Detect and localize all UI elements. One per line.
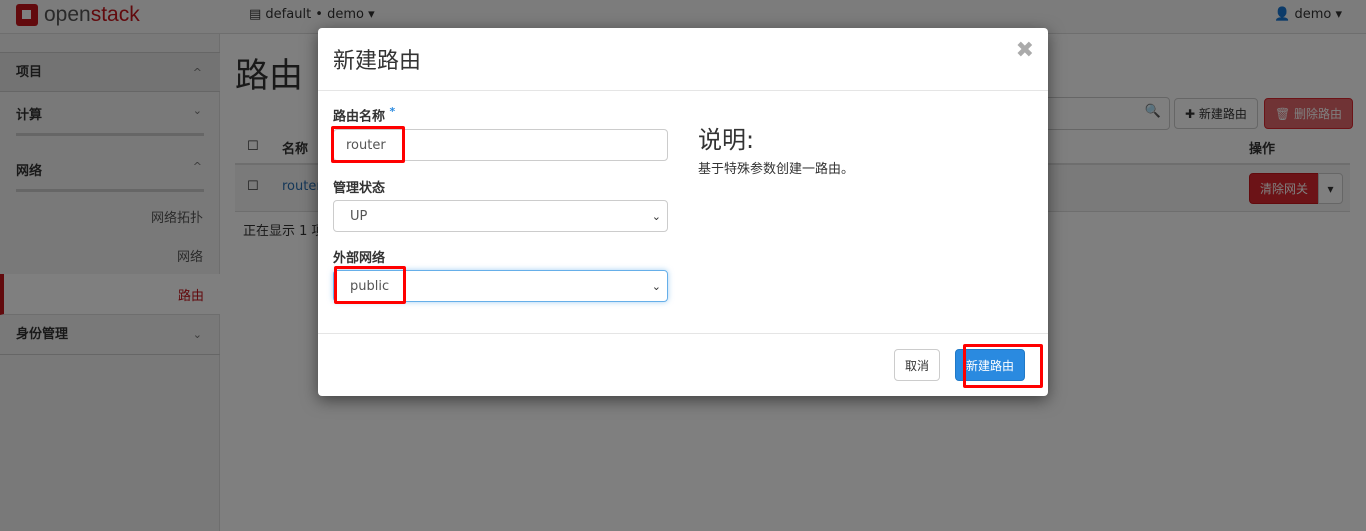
help-title: 说明: xyxy=(698,126,755,154)
admin-state-select[interactable]: UP ⌄ xyxy=(333,200,668,232)
modal-title: 新建路由 xyxy=(333,49,422,74)
chevron-down-icon: ⌄ xyxy=(651,279,661,293)
highlight-box xyxy=(963,344,1043,388)
highlight-box xyxy=(334,266,406,304)
cancel-button[interactable]: 取消 xyxy=(894,349,941,381)
help-text: 基于特殊参数创建一路由。 xyxy=(698,162,855,177)
create-router-modal: 新建路由 ✖ 路由名称 * router 管理状态 UP ⌄ 外部网络 publi… xyxy=(318,28,1048,396)
admin-state-label: 管理状态 xyxy=(333,181,386,196)
external-network-label: 外部网络 xyxy=(333,251,386,266)
chevron-down-icon: ⌄ xyxy=(651,209,661,223)
close-icon[interactable]: ✖ xyxy=(1016,38,1034,63)
router-name-label: 路由名称 * xyxy=(333,105,396,125)
highlight-box xyxy=(331,126,405,163)
modal-footer: 取消 新建路由 xyxy=(318,333,1048,396)
